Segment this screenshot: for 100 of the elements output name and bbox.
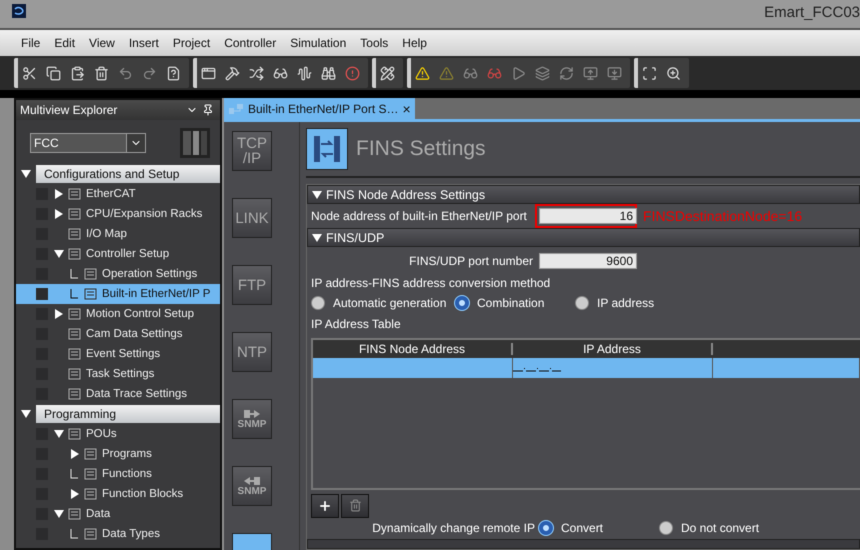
tree-item[interactable]: I/O Map xyxy=(16,224,220,244)
pin-icon[interactable] xyxy=(202,104,214,116)
radio-button[interactable] xyxy=(575,296,589,310)
node-icon xyxy=(68,368,81,380)
tree-item[interactable]: Cam Data Settings xyxy=(16,324,220,344)
radio-button[interactable] xyxy=(539,521,553,536)
add-button[interactable] xyxy=(311,494,339,518)
delete-button[interactable] xyxy=(341,494,369,518)
menu-item[interactable]: Tools xyxy=(353,36,396,50)
menu-item[interactable]: Insert xyxy=(122,36,166,50)
expand-triangle-icon[interactable] xyxy=(54,309,64,319)
tree-item[interactable]: Operation Settings xyxy=(16,264,220,284)
tree-category[interactable]: Configurations and Setup xyxy=(36,165,220,183)
help-icon[interactable] xyxy=(166,66,181,80)
node-icon xyxy=(68,388,81,400)
trash-icon xyxy=(348,499,362,512)
node-address-field[interactable]: 16 xyxy=(539,208,637,224)
copy-icon[interactable] xyxy=(46,66,61,80)
tree-item[interactable]: EtherCAT xyxy=(16,184,220,204)
fullscreen-icon[interactable] xyxy=(642,66,657,80)
collapse-triangle-icon[interactable] xyxy=(54,249,64,259)
layers-icon[interactable] xyxy=(535,66,550,80)
close-button[interactable]: × xyxy=(402,100,411,116)
menu-item[interactable]: Controller xyxy=(217,36,284,50)
radio-button[interactable] xyxy=(659,521,673,536)
monitor-icon[interactable] xyxy=(607,66,622,80)
tree-item[interactable]: Event Settings xyxy=(16,344,220,364)
table-title: IP Address Table xyxy=(310,316,402,334)
section-header[interactable]: FINS Node Address Settings xyxy=(307,185,860,204)
tree-item[interactable]: Data Types xyxy=(16,524,220,544)
pencil-ruler-icon[interactable] xyxy=(380,66,395,80)
expand-triangle-icon[interactable] xyxy=(54,189,64,199)
redo-icon[interactable] xyxy=(142,66,157,80)
menu-item[interactable]: File xyxy=(14,36,48,50)
trash-icon[interactable] xyxy=(94,66,109,80)
tree-item[interactable]: Data xyxy=(16,504,220,524)
tree-item[interactable]: Built-in EtherNet/IP P xyxy=(16,284,220,304)
tree-item[interactable]: POUs xyxy=(16,424,220,444)
glasses-icon[interactable] xyxy=(273,66,288,80)
nav-button[interactable]: NTP xyxy=(232,332,272,372)
section-header[interactable]: FINS/UDP xyxy=(307,228,860,248)
editor-tab[interactable]: Built-in EtherNet/IP Port S… × xyxy=(224,98,415,119)
collapse-triangle-icon[interactable] xyxy=(54,429,64,439)
play-icon[interactable] xyxy=(511,66,526,80)
node-icon xyxy=(84,468,97,480)
tree-category[interactable]: Programming xyxy=(36,405,220,423)
menu-item[interactable]: Edit xyxy=(47,36,82,50)
nav-button[interactable]: SNMP xyxy=(232,466,272,506)
nav-button[interactable]: TCP /IP xyxy=(232,131,272,171)
nav-button[interactable]: SNMP xyxy=(232,399,272,439)
collapse-triangle-icon[interactable] xyxy=(21,409,31,419)
field-label: FINS/UDP port number xyxy=(409,254,534,268)
alert-icon[interactable] xyxy=(345,66,360,80)
collapse-triangle-icon[interactable] xyxy=(21,169,31,179)
undo-icon[interactable] xyxy=(118,66,133,80)
tree-item[interactable]: Programs xyxy=(16,444,220,464)
table-row[interactable] xyxy=(313,358,860,378)
tree-item[interactable]: Functions xyxy=(16,464,220,484)
node-icon xyxy=(68,228,81,240)
radio-label: Do not convert xyxy=(681,521,760,536)
tree-item[interactable]: Motion Control Setup xyxy=(16,304,220,324)
node-icon xyxy=(68,348,81,360)
radio-label: Convert xyxy=(561,521,604,536)
expand-triangle-icon[interactable] xyxy=(70,489,80,499)
shuffle-icon[interactable] xyxy=(249,66,264,80)
refresh-icon[interactable] xyxy=(559,66,574,80)
monitor-icon[interactable] xyxy=(583,66,598,80)
radio-button[interactable] xyxy=(455,296,469,310)
collapse-triangle-icon[interactable] xyxy=(54,509,64,519)
tree-item[interactable]: Function Blocks xyxy=(16,484,220,504)
collapse-triangle-icon[interactable] xyxy=(312,232,322,243)
nav-button[interactable]: LINK xyxy=(232,198,272,238)
tree-item[interactable]: Controller Setup xyxy=(16,244,220,264)
menu-item[interactable]: Simulation xyxy=(283,36,354,50)
app-icon xyxy=(12,4,26,18)
menu-item[interactable]: Project xyxy=(166,36,218,50)
arrow-right-icon xyxy=(243,408,261,420)
window-icon[interactable] xyxy=(201,66,216,80)
port-field[interactable]: 9600 xyxy=(539,252,637,269)
nav-button[interactable]: FTP xyxy=(232,265,272,305)
menu-item[interactable]: View xyxy=(82,36,122,50)
glasses-icon[interactable] xyxy=(463,66,478,80)
menu-item[interactable]: Help xyxy=(395,36,434,50)
binoculars-icon[interactable] xyxy=(321,66,336,80)
collapse-triangle-icon[interactable] xyxy=(312,190,322,200)
tree-item[interactable]: Task Settings xyxy=(16,364,220,384)
paste-icon[interactable] xyxy=(70,66,85,80)
zoom-in-icon[interactable] xyxy=(666,66,681,80)
expand-triangle-icon[interactable] xyxy=(54,209,64,219)
scissors-icon[interactable] xyxy=(22,66,37,80)
waveform-icon[interactable] xyxy=(297,66,312,80)
radio-button[interactable] xyxy=(311,296,325,310)
node-icon xyxy=(84,448,97,460)
tree-item[interactable]: CPU/Expansion Racks xyxy=(16,204,220,224)
hammer-icon[interactable] xyxy=(225,66,240,80)
device-select[interactable]: FCC xyxy=(30,133,146,153)
field-label: Node address of built-in EtherNet/IP port xyxy=(311,209,528,224)
expand-triangle-icon[interactable] xyxy=(70,449,80,459)
tree-item[interactable]: Data Trace Settings xyxy=(16,384,220,404)
page-title: FINS Settings xyxy=(356,137,486,161)
